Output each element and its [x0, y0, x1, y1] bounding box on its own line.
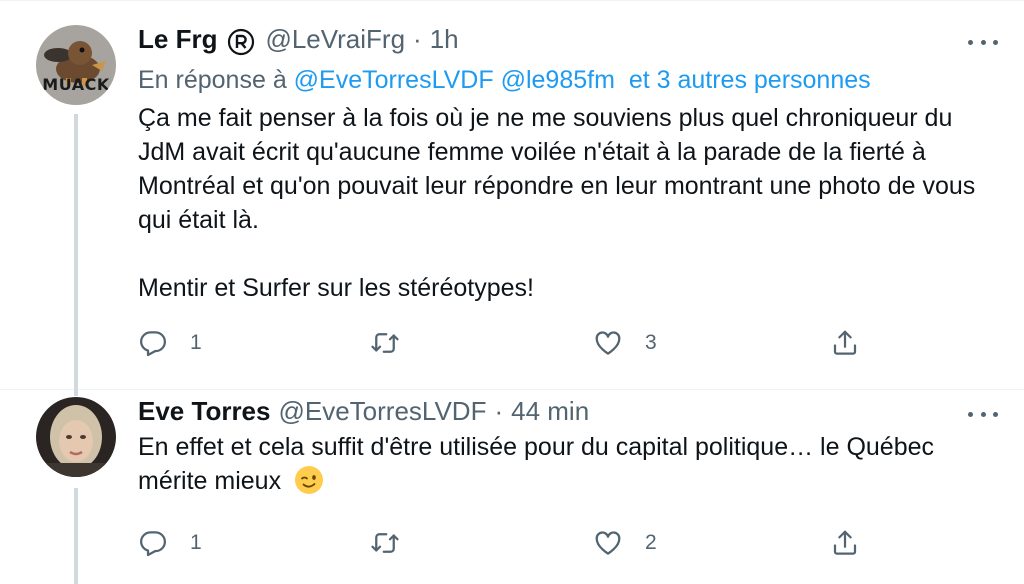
- share-button[interactable]: [830, 523, 860, 563]
- reply-count: 1: [190, 531, 202, 554]
- author-name[interactable]: Le Frg: [138, 24, 217, 55]
- reply-icon: [140, 531, 166, 557]
- dot: [968, 39, 973, 45]
- like-count: 2: [645, 531, 657, 554]
- winking-face-emoji-icon: [295, 466, 324, 494]
- tweet-header: Eve Torres @EveTorresLVDF · 44 min: [138, 396, 589, 432]
- reply-button[interactable]: 1: [138, 523, 202, 563]
- timestamp[interactable]: 1h: [430, 24, 459, 55]
- share-button[interactable]: [830, 323, 860, 363]
- tweet-header: Le Frg @LeVraiFrg · 1h: [138, 24, 459, 60]
- heart-icon: [595, 331, 621, 355]
- share-icon: [833, 530, 857, 555]
- tweet-text: Ça me fait penser à la fois où je ne me …: [138, 101, 998, 305]
- author-handle[interactable]: @EveTorresLVDF: [278, 396, 486, 427]
- timestamp[interactable]: 44 min: [511, 396, 589, 427]
- tweet-paragraph: Mentir et Surfer sur les stéréotypes!: [138, 274, 534, 302]
- dot: [993, 39, 998, 45]
- avatar[interactable]: MUACK: [36, 25, 116, 105]
- tweet-paragraph: En effet et cela suffit d'être utilisée …: [138, 433, 935, 495]
- reply-count: 1: [190, 331, 202, 354]
- profile-photo-image: [36, 397, 116, 477]
- dot: [968, 411, 973, 417]
- tweet-text: En effet et cela suffit d'être utilisée …: [138, 430, 998, 498]
- dot: [993, 411, 998, 417]
- reply-button[interactable]: 1: [138, 323, 202, 363]
- dot: [980, 411, 986, 417]
- retweet-icon: [371, 533, 399, 553]
- action-bar: 1 2: [0, 523, 1024, 563]
- tweet[interactable]: MUACK Le Frg @LeVraiFrg · 1h En réponse …: [0, 0, 1024, 390]
- reply-prefix: En réponse à: [138, 66, 287, 94]
- retweet-button[interactable]: [370, 523, 422, 563]
- like-button[interactable]: 2: [593, 523, 657, 563]
- share-icon: [833, 330, 857, 355]
- separator-dot: ·: [413, 24, 422, 54]
- heart-icon: [595, 531, 621, 555]
- retweet-button[interactable]: [370, 323, 422, 363]
- reply-others-link[interactable]: et 3 autres personnes: [629, 66, 871, 94]
- dot: [980, 39, 986, 45]
- like-count: 3: [645, 331, 657, 354]
- more-options-icon[interactable]: [968, 32, 998, 52]
- author-name[interactable]: Eve Torres: [138, 396, 270, 427]
- author-handle[interactable]: @LeVraiFrg: [265, 24, 405, 55]
- reply-context: En réponse à @EveTorresLVDF @le985fm et …: [138, 66, 871, 95]
- registered-badge-icon: [228, 28, 255, 56]
- reply-mentions-link[interactable]: @EveTorresLVDF @le985fm: [294, 66, 615, 94]
- like-button[interactable]: 3: [593, 323, 657, 363]
- retweet-icon: [371, 333, 399, 353]
- action-bar: 1 3: [0, 323, 1024, 363]
- thread-line: [74, 389, 78, 396]
- reply-icon: [140, 331, 166, 357]
- avatar-text: MUACK: [42, 75, 110, 94]
- tweet[interactable]: Eve Torres @EveTorresLVDF · 44 min En ef…: [0, 389, 1024, 584]
- avatar[interactable]: [36, 397, 116, 477]
- tweet-paragraph: Ça me fait penser à la fois où je ne me …: [138, 104, 976, 234]
- separator-dot: ·: [494, 396, 504, 426]
- more-options-icon[interactable]: [968, 404, 998, 424]
